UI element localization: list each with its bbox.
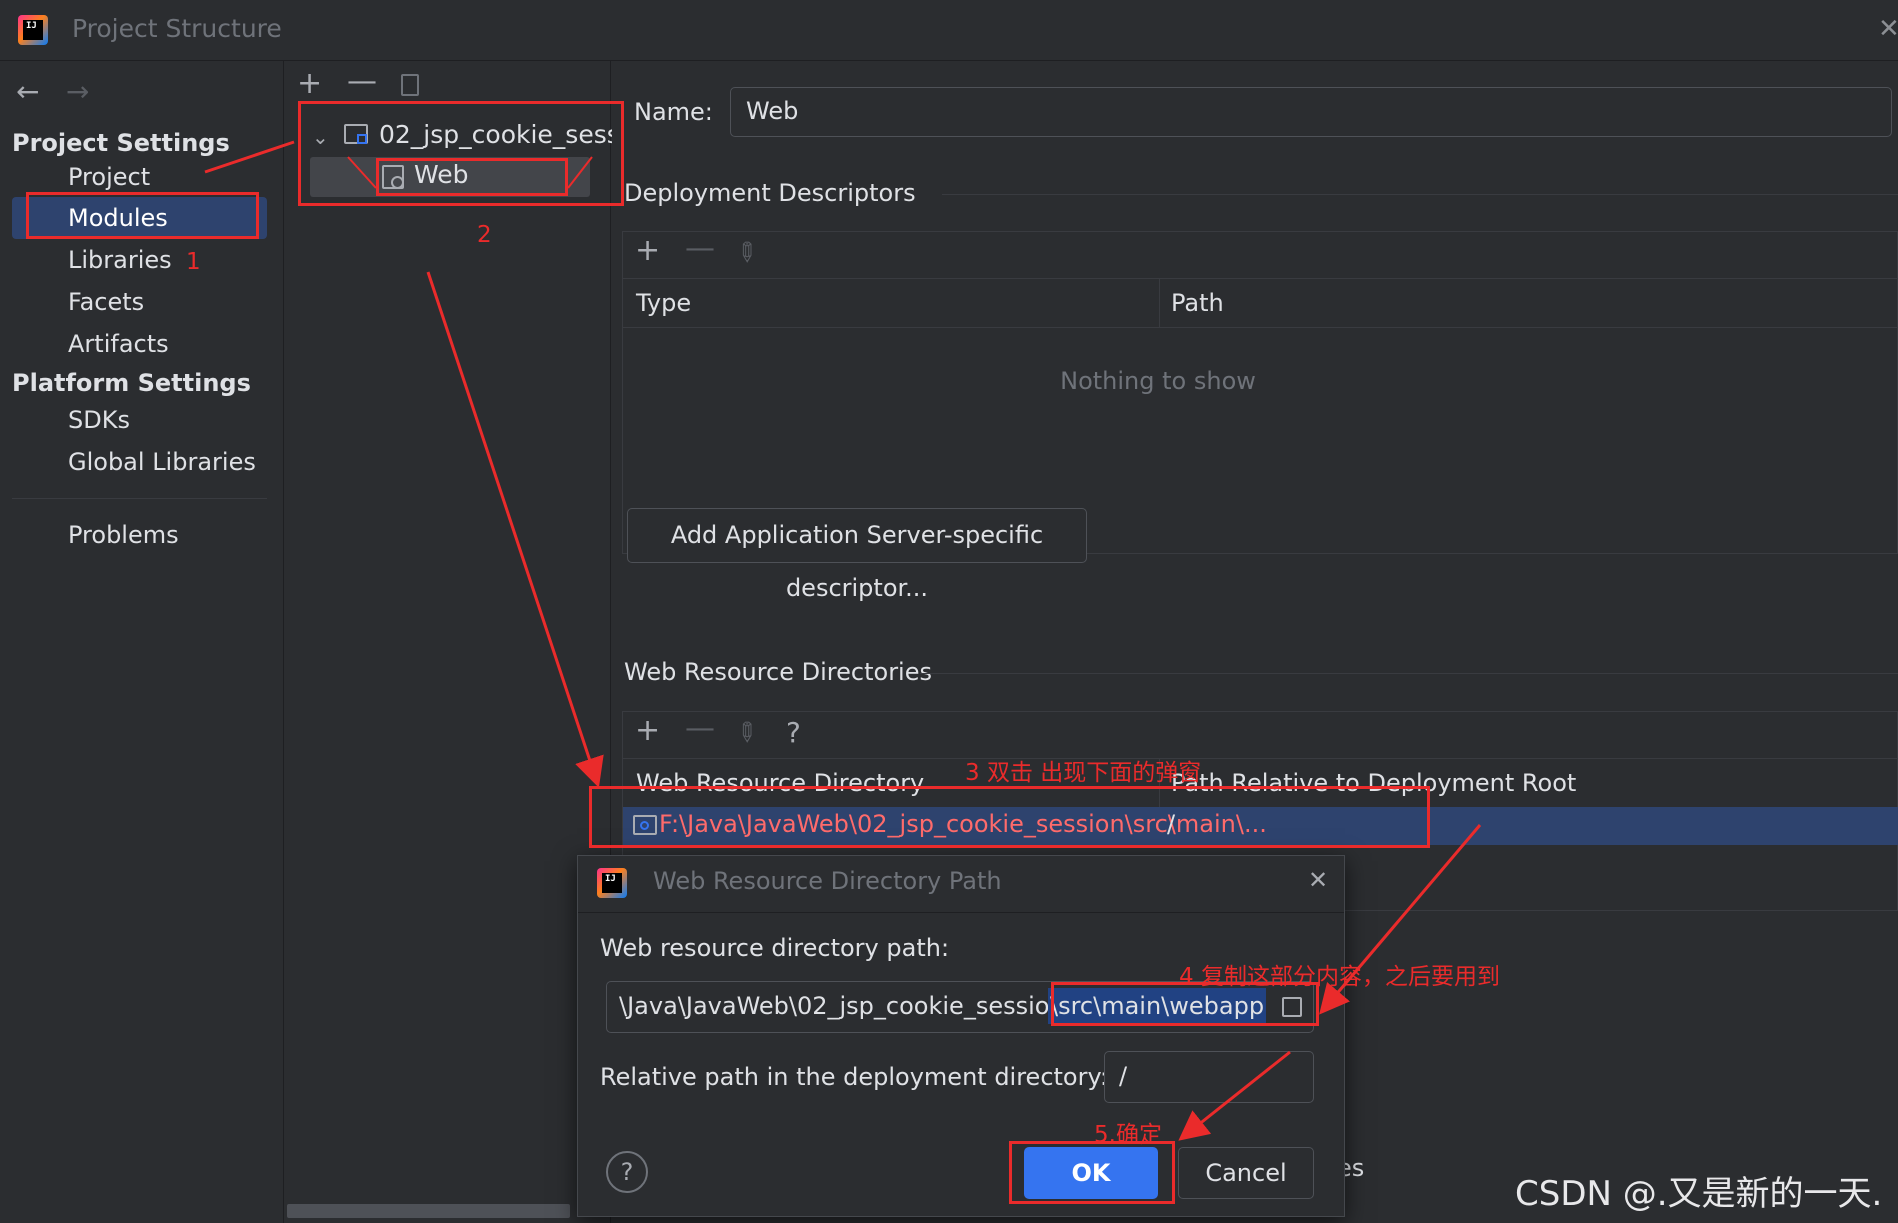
annotation-box-web-facet	[376, 158, 568, 196]
name-field[interactable]: Web	[730, 87, 1892, 137]
relative-path-field[interactable]: /	[1104, 1051, 1314, 1103]
relative-path-label: Relative path in the deployment director…	[600, 1063, 1109, 1091]
column-divider	[1159, 279, 1160, 327]
annotation-box-modules	[26, 192, 259, 239]
wr-add-icon[interactable]: +	[635, 716, 660, 746]
annotation-box-path	[1051, 982, 1319, 1026]
sidebar-item-artifacts[interactable]: Artifacts	[68, 330, 169, 358]
project-settings-heading: Project Settings	[12, 129, 230, 157]
dd-column-type[interactable]: Type	[636, 289, 691, 317]
dialog-close-icon[interactable]: ✕	[1308, 866, 1328, 894]
section-divider	[942, 194, 1898, 195]
web-resource-path-dialog: IJ Web Resource Directory Path ✕ Web res…	[577, 855, 1345, 1217]
header-divider	[623, 327, 1898, 328]
wr-help-icon[interactable]: ?	[786, 716, 801, 749]
back-arrow-icon[interactable]: ←	[16, 75, 39, 108]
dd-edit-icon[interactable]: ✎	[728, 235, 765, 272]
table-toolbar-divider	[623, 278, 1898, 279]
sidebar-item-facets[interactable]: Facets	[68, 288, 144, 316]
csdn-watermark: CSDN @.又是新的一天.	[1515, 1174, 1883, 1214]
dd-add-icon[interactable]: +	[635, 236, 660, 266]
annotation-step-1: 1	[186, 249, 201, 275]
dd-remove-icon[interactable]: —	[685, 234, 715, 264]
annotation-step-2: 2	[477, 222, 492, 248]
dialog-help-button[interactable]: ?	[606, 1151, 648, 1193]
name-label: Name:	[634, 98, 713, 126]
dd-empty-text: Nothing to show	[1060, 367, 1256, 395]
remove-icon[interactable]: —	[347, 67, 377, 97]
path-field-prefix: \Java\JavaWeb\02_jsp_cookie_session	[619, 992, 1065, 1020]
title-bar: IJ Project Structure ✕	[0, 0, 1898, 61]
relative-path-value: /	[1119, 1062, 1128, 1090]
window-title: Project Structure	[72, 14, 282, 43]
dd-column-path[interactable]: Path	[1171, 289, 1224, 317]
sidebar-item-libraries[interactable]: Libraries	[68, 246, 172, 274]
module-tree-panel: + — ⌄ 02_jsp_cookie_sessic Web	[285, 61, 640, 1223]
section-divider-2	[920, 673, 1898, 674]
sidebar-divider	[12, 498, 267, 499]
cancel-button[interactable]: Cancel	[1178, 1147, 1314, 1199]
dialog-title: Web Resource Directory Path	[653, 867, 1002, 895]
annotation-box-ok	[1009, 1141, 1175, 1204]
web-resource-heading: Web Resource Directories	[624, 658, 932, 686]
add-server-descriptor-button[interactable]: Add Application Server-specific descript…	[627, 508, 1087, 602]
deployment-descriptors-table: + — ✎ Type Path Nothing to show	[622, 231, 1898, 554]
dialog-title-divider	[578, 912, 1344, 913]
dialog-logo-icon: IJ	[597, 868, 627, 898]
path-label: Web resource directory path:	[600, 934, 950, 962]
annotation-box-row	[589, 786, 1430, 848]
intellij-logo-icon: IJ	[18, 15, 48, 45]
close-window-icon[interactable]: ✕	[1878, 14, 1898, 44]
sidebar-item-project[interactable]: Project	[68, 163, 150, 191]
sidebar-item-global-libraries[interactable]: Global Libraries	[68, 448, 256, 476]
platform-settings-heading: Platform Settings	[12, 369, 251, 397]
deployment-descriptors-heading: Deployment Descriptors	[624, 179, 916, 207]
wr-edit-icon[interactable]: ✎	[728, 715, 765, 752]
add-icon[interactable]: +	[297, 69, 322, 99]
table-toolbar-divider-2	[623, 758, 1898, 759]
copy-icon[interactable]	[401, 74, 419, 96]
sidebar-item-sdks[interactable]: SDKs	[68, 406, 130, 434]
name-field-value: Web	[746, 97, 799, 125]
annotation-step-3: 3 双击 出现下面的弹窗	[965, 760, 1202, 786]
sidebar-item-problems[interactable]: Problems	[68, 521, 179, 549]
wr-remove-icon[interactable]: —	[685, 714, 715, 744]
forward-arrow-icon[interactable]: →	[66, 75, 89, 108]
horizontal-scrollbar[interactable]	[287, 1204, 570, 1218]
